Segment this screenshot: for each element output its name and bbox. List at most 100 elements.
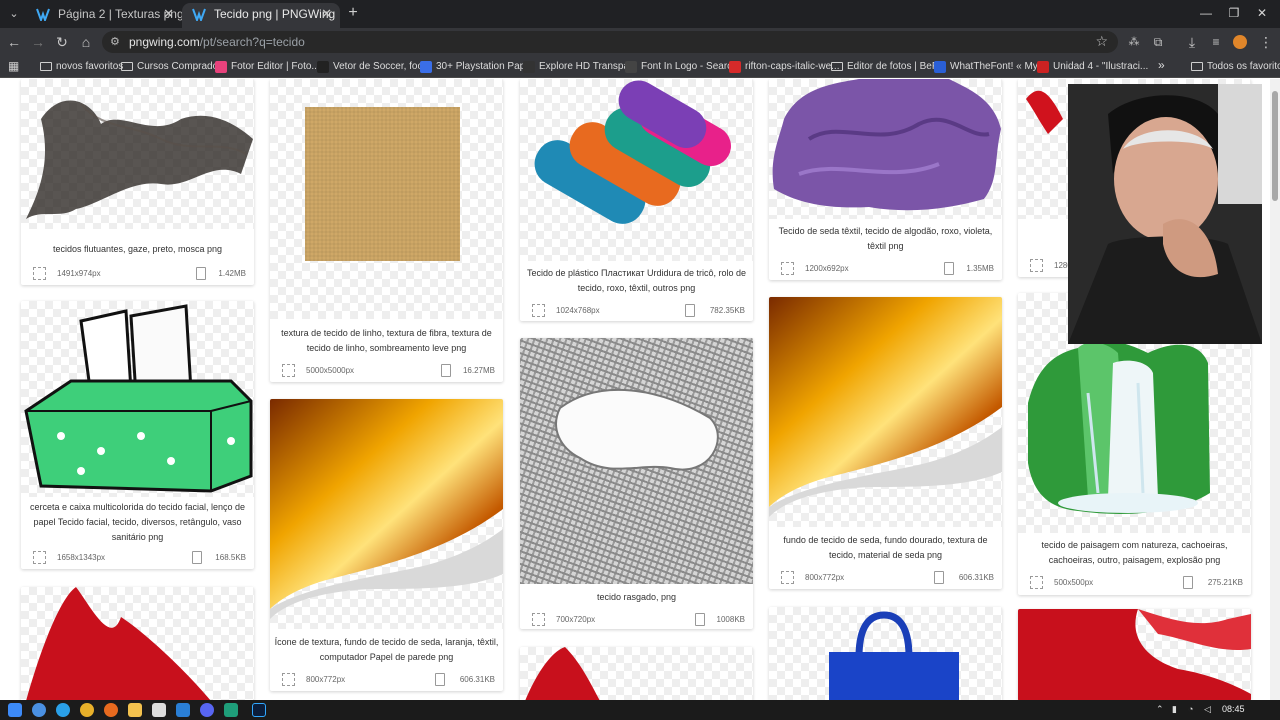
wifi-icon[interactable]: ◔ <box>1188 704 1193 714</box>
result-image[interactable] <box>21 301 254 497</box>
volume-icon[interactable]: ◁ <box>1204 704 1211 715</box>
result-image[interactable] <box>270 399 503 629</box>
close-tab-icon[interactable]: ✕ <box>163 3 174 25</box>
tab-texturas[interactable]: Página 2 | Texturas png | PNGWi ✕ <box>26 3 182 28</box>
result-caption[interactable]: textura de tecido de linho, textura de f… <box>274 326 499 356</box>
network-icon[interactable]: ▮ <box>1172 704 1177 715</box>
bookmark-fotor[interactable]: Fotor Editor | Foto... <box>215 60 320 74</box>
site-info-icon[interactable]: ⚙ <box>110 34 124 50</box>
discord-icon[interactable] <box>200 703 214 717</box>
bookmark-whatthefont[interactable]: WhatTheFont! « My... <box>934 60 1045 74</box>
result-card[interactable]: tecido rasgado, png 700x720px 1008KB <box>520 338 753 629</box>
profile-avatar[interactable] <box>1230 32 1250 52</box>
result-caption[interactable]: Tecido de seda têxtil, tecido de algodão… <box>773 224 998 254</box>
tray-chevron-icon[interactable]: ⌃ <box>1156 704 1164 715</box>
minimize-icon[interactable]: — <box>1196 6 1216 20</box>
bookmark-label: 30+ Playstation Pap... <box>436 61 534 72</box>
bookmark-all-folder[interactable]: Todos os favoritos <box>1191 60 1280 74</box>
bookmark-befunky[interactable]: Editor de fotos | BeF... <box>831 60 945 74</box>
reload-icon[interactable]: ↻ <box>52 32 72 52</box>
result-image[interactable] <box>270 79 503 319</box>
result-image[interactable] <box>520 338 753 584</box>
result-card[interactable]: textura de tecido de linho, textura de f… <box>270 79 503 382</box>
bookmark-cursos-comprados[interactable]: Cursos Comprados <box>121 60 223 74</box>
result-caption[interactable]: tecido de paisagem com natureza, cachoei… <box>1022 538 1247 568</box>
windows-start-icon[interactable] <box>8 703 22 717</box>
result-image[interactable] <box>21 79 254 229</box>
result-caption[interactable]: Ícone de textura, fundo de tecido de sed… <box>274 635 499 665</box>
back-icon[interactable]: ← <box>4 32 24 52</box>
taskbar-clock[interactable]: 08:45 <box>1222 704 1245 714</box>
result-caption[interactable]: tecidos flutuantes, gaze, preto, mosca p… <box>25 242 250 257</box>
result-caption[interactable]: Tecido de plástico Пластикат Urdidura de… <box>524 266 749 296</box>
result-meta: 1491x974px 1.42MB <box>33 267 246 281</box>
result-image[interactable] <box>769 79 1002 219</box>
address-bar[interactable]: ⚙ pngwing.com/pt/search?q=tecido ☆ <box>102 31 1118 53</box>
result-card[interactable]: cerceta e caixa multicolorida do tecido … <box>21 301 254 569</box>
result-image[interactable] <box>769 297 1002 527</box>
result-caption[interactable]: tecido rasgado, png <box>524 590 749 605</box>
title-bar: ⌄ Página 2 | Texturas png | PNGWi ✕ Teci… <box>0 0 1280 28</box>
result-card[interactable] <box>1018 609 1251 701</box>
result-card[interactable]: Tecido de plástico Пластикат Urdidura de… <box>520 79 753 321</box>
result-caption[interactable]: fundo de tecido de seda, fundo dourado, … <box>773 533 998 563</box>
tab-search-button[interactable]: ⌄ <box>4 4 24 24</box>
result-card[interactable]: fundo de tecido de seda, fundo dourado, … <box>769 297 1002 589</box>
result-image[interactable] <box>769 607 1002 701</box>
result-image[interactable] <box>1018 609 1251 701</box>
copilot-icon[interactable] <box>32 703 46 717</box>
url-host: pngwing.com <box>129 35 200 49</box>
bookmark-label: Unidad 4 - "Ilustraci... <box>1053 61 1149 72</box>
browser-menu-icon[interactable]: ⋮ <box>1256 32 1276 52</box>
result-card[interactable] <box>769 607 1002 701</box>
file-explorer-icon[interactable] <box>128 703 142 717</box>
extension-icon[interactable]: ⁂ <box>1124 32 1144 52</box>
bookmark-explore-hd[interactable]: Explore HD Transpa... <box>523 60 637 74</box>
result-card[interactable]: Ícone de textura, fundo de tecido de sed… <box>270 399 503 691</box>
file-icon <box>192 551 202 564</box>
bookmark-star-icon[interactable]: ☆ <box>1095 33 1108 50</box>
result-image[interactable] <box>21 587 254 701</box>
url-text[interactable]: pngwing.com/pt/search?q=tecido <box>129 35 305 49</box>
app-icon[interactable] <box>224 703 238 717</box>
bookmark-vetor-soccer[interactable]: Vetor de Soccer, foo... <box>317 60 431 74</box>
reading-list-icon[interactable]: ≡ <box>1206 32 1226 52</box>
result-card[interactable]: Tecido de seda têxtil, tecido de algodão… <box>769 79 1002 280</box>
result-card[interactable] <box>520 647 753 701</box>
bookmark-rifton[interactable]: rifton-caps-italic-we... <box>729 60 839 74</box>
expand-icon <box>532 613 545 626</box>
bookmark-unidad-4[interactable]: Unidad 4 - "Ilustraci... <box>1037 60 1148 74</box>
calculator-icon[interactable] <box>152 703 166 717</box>
tab-tecido[interactable]: Tecido png | PNGWing ✕ <box>182 3 340 28</box>
apps-grid-icon[interactable]: ▦ <box>8 60 20 72</box>
url-path: /pt/search?q=tecido <box>199 35 305 49</box>
result-card[interactable]: tecidos flutuantes, gaze, preto, mosca p… <box>21 79 254 285</box>
bookmarks-overflow-icon[interactable]: » <box>1158 58 1165 72</box>
bookmark-novos-favoritos[interactable]: novos favoritos <box>40 60 123 74</box>
home-icon[interactable]: ⌂ <box>76 32 96 52</box>
edge-icon[interactable] <box>56 703 70 717</box>
result-caption[interactable]: cerceta e caixa multicolorida do tecido … <box>25 500 250 545</box>
result-card[interactable] <box>21 587 254 701</box>
page-scrollbar[interactable] <box>1270 79 1280 701</box>
restore-icon[interactable]: ❐ <box>1224 6 1244 20</box>
result-image[interactable] <box>520 79 753 261</box>
result-image[interactable] <box>520 647 753 701</box>
close-tab-icon[interactable]: ✕ <box>321 3 332 25</box>
scrollbar-thumb[interactable] <box>1272 91 1278 201</box>
result-meta: 1200x692px 1.35MB <box>781 262 994 276</box>
result-dimensions: 700x720px <box>556 615 596 624</box>
forward-icon[interactable]: → <box>28 32 48 52</box>
firefox-icon[interactable] <box>104 703 118 717</box>
chrome-icon[interactable] <box>80 703 94 717</box>
bookmark-playstation[interactable]: 30+ Playstation Pap... <box>420 60 534 74</box>
mail-icon[interactable] <box>176 703 190 717</box>
site-icon <box>729 61 741 73</box>
download-icon[interactable]: ⤓ <box>1182 32 1202 52</box>
bookmark-label: Todos os favoritos <box>1207 61 1280 72</box>
bookmark-font-in-logo[interactable]: Font In Logo - Searc... <box>625 60 741 74</box>
extensions-puzzle-icon[interactable]: ⧉ <box>1148 32 1168 52</box>
close-window-icon[interactable]: ✕ <box>1252 6 1272 20</box>
new-tab-button[interactable]: + <box>344 4 362 22</box>
photoshop-icon[interactable] <box>252 703 266 717</box>
